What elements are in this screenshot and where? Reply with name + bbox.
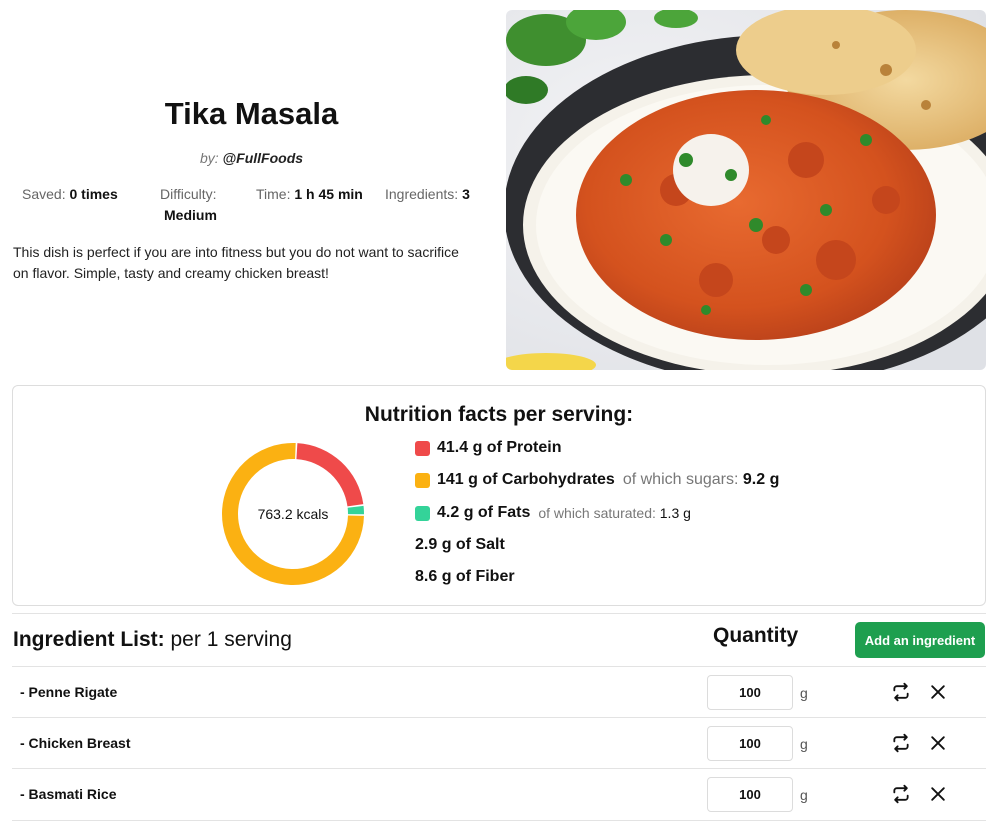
list-bottom-border xyxy=(12,820,986,821)
ingredient-name: - Penne Rigate xyxy=(20,684,118,700)
unit-label: g xyxy=(800,736,808,752)
recipe-photo xyxy=(506,10,986,370)
fact-carbs: 141 g of Carbohydrates of which sugars: … xyxy=(415,471,779,489)
quantity-input[interactable] xyxy=(707,675,793,710)
sugars-label: of which sugars: xyxy=(622,471,739,488)
fact-protein: 41.4 g of Protein xyxy=(415,439,561,457)
saturated-label: of which saturated: xyxy=(538,505,656,521)
ingredient-row: - Penne Rigate g xyxy=(12,666,986,717)
time-value: 1 h 45 min xyxy=(294,186,363,202)
difficulty-value: Medium xyxy=(164,207,217,223)
ingredients-value: 3 xyxy=(462,186,470,202)
ingredient-row: - Chicken Breast g xyxy=(12,717,986,768)
swap-icon[interactable] xyxy=(890,784,912,804)
ingredient-row: - Basmati Rice g xyxy=(12,768,986,819)
saved-value: 0 times xyxy=(69,186,118,202)
difficulty-label: Difficulty: xyxy=(160,186,217,202)
stat-time: Time: 1 h 45 min xyxy=(256,186,363,202)
fats-swatch xyxy=(415,505,430,521)
saturated-value: 1.3 g xyxy=(659,505,691,521)
food-image xyxy=(506,10,986,370)
quantity-header: Quantity xyxy=(713,624,799,647)
quantity-input[interactable] xyxy=(707,726,793,761)
fact-salt: 2.9 g of Salt xyxy=(415,536,505,554)
ingredient-list-title: Ingredient List: xyxy=(13,628,165,651)
fiber-text: 8.6 g of Fiber xyxy=(415,568,515,585)
sugars-info: of which sugars: 9.2 g xyxy=(623,471,780,489)
salt-text: 2.9 g of Salt xyxy=(415,536,505,553)
carbs-text: 141 g of Carbohydrates xyxy=(437,471,615,488)
time-label: Time: xyxy=(256,186,291,202)
protein-swatch xyxy=(415,440,430,456)
stat-difficulty: Difficulty: Medium xyxy=(160,186,240,223)
author-prefix: by: xyxy=(199,150,219,166)
saved-label: Saved: xyxy=(22,186,66,202)
add-ingredient-button[interactable]: Add an ingredient xyxy=(855,622,985,658)
close-icon[interactable] xyxy=(928,784,948,804)
recipe-header: Tika Masala by: @FullFoods Saved: 0 time… xyxy=(0,0,495,375)
stat-ingredients: Ingredients: 3 xyxy=(385,186,470,202)
swap-icon[interactable] xyxy=(890,733,912,753)
ingredient-name: - Chicken Breast xyxy=(20,735,131,751)
fact-fiber: 8.6 g of Fiber xyxy=(415,568,515,586)
swap-icon[interactable] xyxy=(890,682,912,702)
carbs-swatch xyxy=(415,472,430,488)
quantity-input[interactable] xyxy=(707,777,793,812)
kcal-total: 763.2 kcals xyxy=(257,506,329,522)
ingredients-label: Ingredients: xyxy=(385,186,459,202)
recipe-description: This dish is perfect if you are into fit… xyxy=(13,244,459,281)
section-divider xyxy=(12,613,986,614)
protein-text: 41.4 g of Protein xyxy=(437,439,562,456)
saturated-info: of which saturated: 1.3 g xyxy=(538,505,691,521)
fact-fats: 4.2 g of Fats of which saturated: 1.3 g xyxy=(415,504,691,522)
unit-label: g xyxy=(800,787,808,803)
author-handle[interactable]: @FullFoods xyxy=(223,150,304,166)
ingredient-name: - Basmati Rice xyxy=(20,786,117,802)
recipe-title: Tika Masala xyxy=(164,96,339,131)
fats-text: 4.2 g of Fats xyxy=(437,504,531,521)
sugars-value: 9.2 g xyxy=(742,471,780,488)
close-icon[interactable] xyxy=(928,733,948,753)
stat-saved: Saved: 0 times xyxy=(22,186,118,202)
unit-label: g xyxy=(800,685,808,701)
close-icon[interactable] xyxy=(928,682,948,702)
author-line: by: @FullFoods xyxy=(0,150,503,166)
nutrition-card: Nutrition facts per serving: 763.2 kcals… xyxy=(12,385,986,606)
ingredient-list-header: Ingredient List: per 1 serving xyxy=(13,628,292,652)
serving-label: per 1 serving xyxy=(164,628,292,651)
macro-donut-chart: 763.2 kcals xyxy=(218,439,368,589)
nutrition-title: Nutrition facts per serving: xyxy=(364,403,634,426)
